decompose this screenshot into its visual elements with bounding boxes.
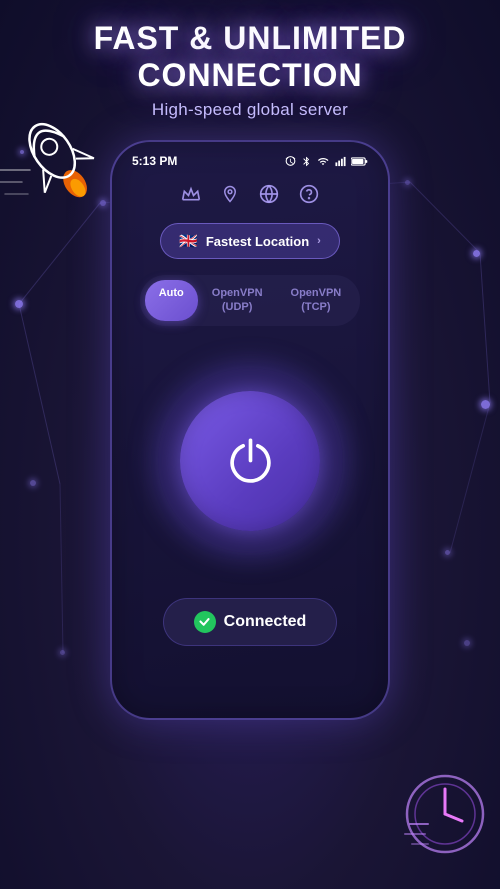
vpn-power-button[interactable] [180, 391, 320, 531]
status-time: 5:13 PM [132, 154, 177, 168]
glow-dot [60, 650, 65, 655]
location-label: Fastest Location [206, 234, 309, 249]
protocol-tabs: Auto OpenVPN(UDP) OpenVPN(TCP) [140, 275, 361, 326]
wifi-icon [316, 156, 330, 167]
signal-icon [334, 156, 347, 167]
glow-dot [464, 640, 470, 646]
clock-decoration [400, 769, 490, 859]
nav-icons-row [112, 174, 388, 223]
connection-status-badge: Connected [163, 598, 338, 646]
glow-dot [473, 250, 480, 257]
glow-dot [481, 400, 490, 409]
check-circle-icon [194, 611, 216, 633]
glow-dot [405, 180, 410, 185]
bluetooth-icon [301, 155, 312, 168]
crown-icon[interactable] [181, 184, 201, 209]
status-icons [284, 155, 368, 168]
power-ring-outer [158, 368, 343, 553]
protocol-tab-auto[interactable]: Auto [145, 280, 198, 321]
protocol-tab-tcp[interactable]: OpenVPN(TCP) [277, 280, 356, 321]
connected-label: Connected [224, 613, 307, 631]
protocol-tab-udp[interactable]: OpenVPN(UDP) [198, 280, 277, 321]
help-icon[interactable] [299, 184, 319, 209]
main-title-line2: CONNECTION [137, 57, 362, 93]
phone-mockup: 5:13 PM [110, 140, 390, 720]
glow-dot [15, 300, 23, 308]
location-icon[interactable] [221, 184, 239, 209]
glow-dot [30, 480, 36, 486]
glow-dot [445, 550, 450, 555]
status-bar: 5:13 PM [112, 142, 388, 174]
power-glow-outer [135, 346, 365, 576]
rocket-illustration [0, 90, 120, 220]
power-icon [223, 433, 278, 488]
chevron-right-icon: › [317, 235, 321, 247]
alarm-icon [284, 155, 297, 168]
main-title: FAST & UNLIMITED CONNECTION [0, 20, 500, 94]
battery-icon [351, 156, 368, 167]
flag-icon: 🇬🇧 [179, 232, 198, 250]
power-button-area [112, 346, 388, 576]
main-title-line1: FAST & UNLIMITED [94, 20, 407, 56]
location-button[interactable]: 🇬🇧 Fastest Location › [160, 223, 340, 259]
globe-icon[interactable] [259, 184, 279, 209]
